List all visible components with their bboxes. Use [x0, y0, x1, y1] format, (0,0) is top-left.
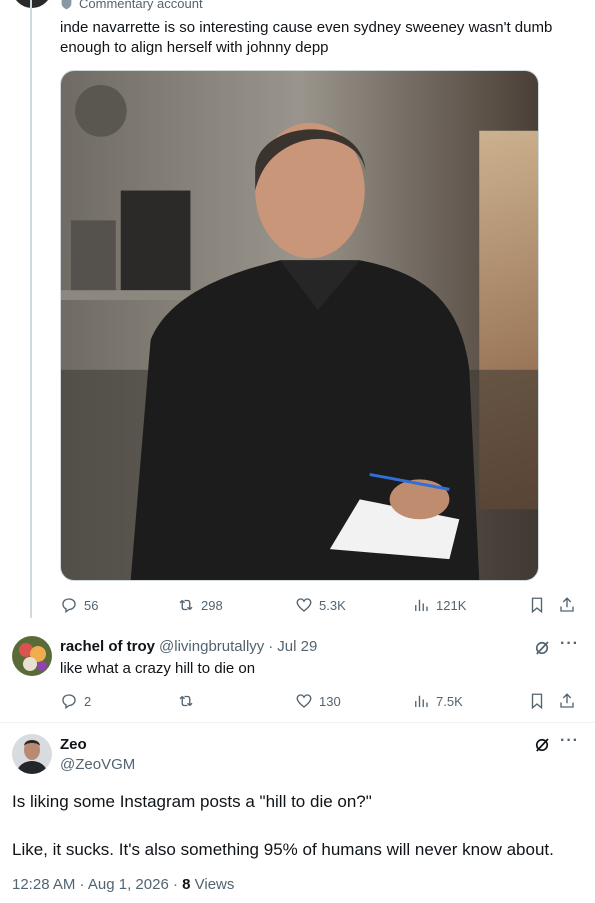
share-icon: [560, 693, 574, 708]
reply-reply-count: 2: [84, 693, 92, 709]
main-avatar[interactable]: [12, 734, 52, 774]
reply-retweet-button[interactable]: [177, 690, 201, 712]
account-label-text: Commentary account: [79, 0, 203, 11]
reply-button[interactable]: 56: [60, 594, 98, 616]
divider: [0, 722, 595, 723]
reply-action-bar: 2 130 7.5K: [60, 690, 580, 712]
heart-icon: [296, 694, 312, 708]
main-paragraph-1: Is liking some Instagram posts a "hill t…: [12, 792, 372, 811]
share-icon: [560, 597, 574, 612]
speech-bubble-icon: [62, 694, 76, 710]
reply-like-count: 130: [319, 693, 341, 709]
reply-like-button[interactable]: 130: [295, 690, 341, 712]
views-count: 121K: [436, 597, 467, 613]
thread-connector-line: [30, 0, 32, 618]
views-label: Views: [190, 876, 235, 893]
reply-text: like what a crazy hill to die on: [60, 660, 256, 677]
reply-handle[interactable]: @livingbrutallyy: [159, 638, 264, 655]
main-paragraph-2: Like, it sucks. It's also something 95% …: [12, 840, 554, 859]
like-button[interactable]: 5.3K: [295, 594, 346, 616]
bar-chart-icon: [415, 695, 428, 707]
tweet-meta: 12:28 AM · Aug 1, 2026 · 8 Views: [12, 876, 234, 893]
retweet-count: 298: [201, 597, 223, 613]
main-handle[interactable]: @ZeoVGM: [60, 756, 135, 773]
reply-reply-button[interactable]: 2: [60, 690, 91, 712]
tweet-text: inde navarrette is so interesting cause …: [60, 19, 553, 56]
bar-chart-icon: [415, 599, 428, 611]
reply-share-button[interactable]: [558, 690, 576, 712]
reply-count: 56: [84, 597, 99, 613]
more-dots-icon[interactable]: ···: [560, 732, 579, 750]
tweet-photo[interactable]: [60, 70, 539, 581]
retweet-icon: [179, 695, 193, 707]
commentary-avatar[interactable]: [12, 0, 52, 8]
reply-header: rachel of troy @livingbrutallyy · Jul 29: [60, 638, 317, 655]
heart-icon: [296, 598, 312, 612]
tweet-action-bar: 56 298 5.3K 121K: [60, 594, 580, 616]
grok-icon[interactable]: [533, 736, 551, 754]
tweet-timestamp[interactable]: 12:28 AM · Aug 1, 2026 ·: [12, 876, 182, 893]
bookmark-button[interactable]: [528, 594, 546, 616]
more-dots-icon[interactable]: ···: [560, 635, 579, 653]
views-button[interactable]: 121K: [412, 594, 466, 616]
bookmark-icon: [531, 693, 543, 710]
reply-views-count: 7.5K: [436, 693, 463, 709]
reply-views-button[interactable]: 7.5K: [412, 690, 463, 712]
shield-icon: [61, 0, 72, 10]
reply-display-name[interactable]: rachel of troy: [60, 638, 155, 655]
like-count: 5.3K: [319, 597, 346, 613]
reply-separator: ·: [268, 638, 274, 655]
retweet-icon: [179, 599, 193, 611]
speech-bubble-icon: [62, 598, 76, 614]
reply-avatar[interactable]: [12, 636, 52, 676]
account-label: Commentary account: [60, 0, 203, 11]
retweet-button[interactable]: 298: [177, 594, 223, 616]
main-display-name[interactable]: Zeo: [60, 736, 87, 753]
share-button[interactable]: [558, 594, 576, 616]
reply-bookmark-button[interactable]: [528, 690, 546, 712]
grok-icon[interactable]: [533, 639, 551, 657]
main-tweet-text: Is liking some Instagram posts a "hill t…: [12, 790, 582, 862]
reply-date[interactable]: Jul 29: [277, 638, 317, 655]
bookmark-icon: [531, 597, 543, 614]
